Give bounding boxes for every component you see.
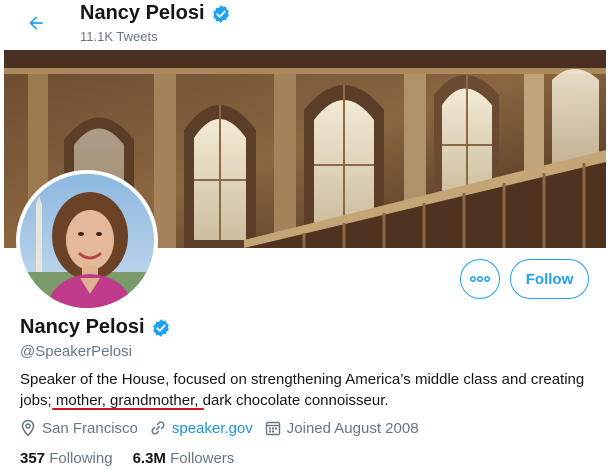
join-date: Joined August 2008	[265, 420, 419, 437]
profile-bio: Speaker of the House, focused on strengt…	[20, 371, 585, 409]
profile-stats: 357 Following 6.3M Followers	[20, 450, 254, 467]
back-button[interactable]	[22, 9, 50, 37]
more-options-button[interactable]	[460, 259, 500, 299]
calendar-icon	[265, 421, 280, 436]
followers-count: 6.3M	[132, 450, 166, 467]
location-pin-icon	[21, 419, 35, 437]
profile-name-row: Nancy Pelosi	[20, 316, 171, 339]
top-bar: Nancy Pelosi 11.1K Tweets	[0, 0, 610, 50]
tweet-count: 11.1K Tweets	[80, 29, 158, 44]
more-options-icon	[470, 276, 490, 282]
following-count: 357	[20, 450, 46, 467]
verified-badge-icon	[152, 318, 169, 337]
followers-label: Followers	[170, 450, 235, 467]
location-text: San Francisco	[42, 419, 138, 437]
follow-button[interactable]: Follow	[510, 259, 589, 299]
join-date-text: Joined August 2008	[286, 419, 419, 437]
following-link[interactable]: 357 Following	[20, 450, 113, 467]
avatar[interactable]	[16, 170, 158, 312]
link-icon	[151, 421, 165, 435]
website: speaker.gov	[150, 420, 253, 437]
avatar-photo	[20, 174, 154, 308]
header-name: Nancy Pelosi	[80, 2, 205, 24]
annotation-underline	[52, 408, 204, 410]
following-label: Following	[49, 450, 113, 467]
followers-link[interactable]: 6.3M Followers	[133, 450, 235, 467]
back-arrow-icon	[29, 16, 43, 30]
display-name: Nancy Pelosi	[20, 316, 145, 338]
location: San Francisco	[20, 419, 138, 437]
website-link[interactable]: speaker.gov	[172, 420, 253, 437]
verified-badge-icon	[212, 4, 229, 23]
header-name-row: Nancy Pelosi	[80, 2, 231, 25]
profile-meta: San Francisco speaker.gov Joined August …	[20, 419, 431, 437]
profile-handle: @SpeakerPelosi	[20, 343, 132, 360]
